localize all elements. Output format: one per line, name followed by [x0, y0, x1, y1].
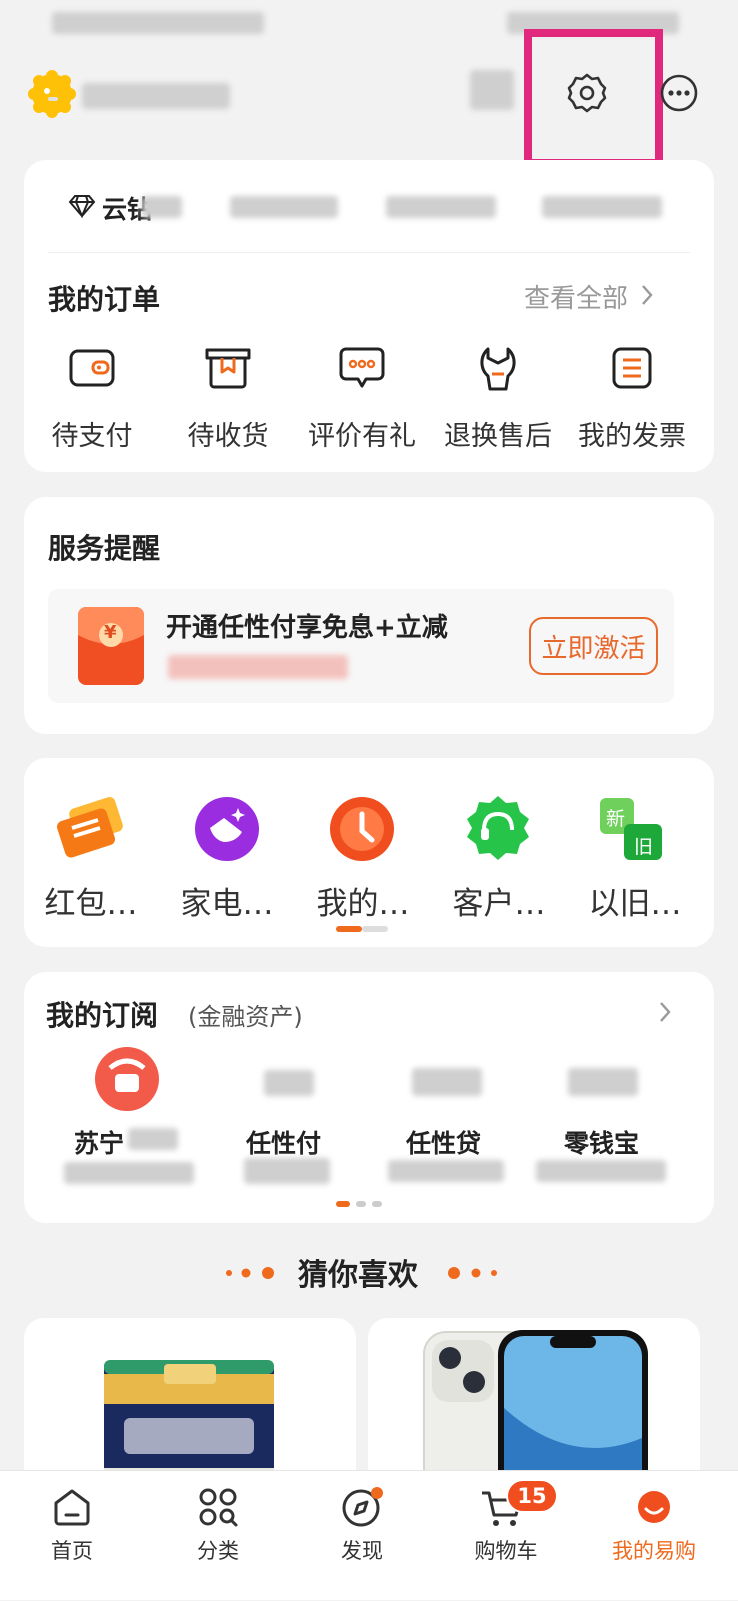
customer-service-icon[interactable]: [464, 794, 532, 866]
trade-in-icon[interactable]: 新 旧: [598, 794, 664, 864]
avatar[interactable]: [28, 70, 76, 118]
subscription-label-1-rest: [128, 1128, 178, 1150]
subscriptions-subtitle: (金融资产): [188, 1003, 303, 1031]
subscriptions-card: 我的订阅 (金融资产) 苏宁 任性付 任性贷 零钱宝: [24, 972, 714, 1223]
nav-discover-label: 发现: [341, 1539, 383, 1563]
gear-icon[interactable]: [565, 71, 609, 115]
package-icon[interactable]: [204, 346, 252, 394]
wallet-icon[interactable]: [68, 346, 116, 394]
subscription-desc-3: [388, 1160, 504, 1182]
orders-card: 云钻 我的订单 查看全部 待支付 待收货 评价有礼 退换售后 我的发票: [24, 160, 714, 472]
subscription-label-4[interactable]: 零钱宝: [564, 1124, 639, 1160]
bottom-nav: 首页 分类 发现 15 购物车 我的易购: [0, 1470, 738, 1600]
category-icon: [199, 1488, 238, 1527]
sub-indicator-3: [372, 1201, 382, 1207]
sub-indicator-active: [336, 1201, 350, 1207]
subscriptions-title: 我的订阅: [46, 999, 159, 1032]
subscription-icon-4: [568, 1068, 638, 1096]
tools-card: 新 旧 红包… 家电… 我的… 客户… 以旧…: [24, 758, 714, 947]
member-info-3: [386, 196, 496, 218]
tool-label-mine[interactable]: 我的…: [296, 878, 430, 923]
clock-icon[interactable]: [329, 796, 395, 866]
service-card: 服务提醒 ¥ 开通任性付享免息+立减 立即激活: [24, 497, 714, 734]
dots-right-decoration: [448, 1267, 497, 1279]
subscription-label-2[interactable]: 任性付: [246, 1124, 321, 1160]
recommend-title: 猜你喜欢: [298, 1258, 418, 1293]
nav-profile-label: 我的易购: [612, 1539, 696, 1563]
tool-label-customer[interactable]: 客户…: [432, 878, 566, 923]
member-info-2: [230, 196, 338, 218]
subscription-desc-2: [244, 1158, 330, 1184]
divider: [48, 252, 690, 253]
after-sales-icon[interactable]: [474, 346, 522, 396]
nav-category[interactable]: 分类: [168, 1471, 268, 1601]
order-pending-payment[interactable]: 待支付: [22, 414, 162, 453]
chevron-right-icon: [640, 283, 654, 311]
username: [82, 83, 230, 109]
view-all-orders-link[interactable]: 查看全部: [524, 278, 654, 315]
suning-finance-icon[interactable]: [94, 1046, 160, 1112]
view-all-label: 查看全部: [524, 284, 629, 314]
more-icon[interactable]: [660, 74, 698, 112]
discover-icon: [342, 1487, 383, 1527]
cart-badge: 15: [506, 1479, 558, 1513]
nav-home-label: 首页: [51, 1539, 93, 1563]
member-info-1: [142, 196, 182, 218]
red-envelope-icon: ¥: [76, 605, 146, 687]
service-title: 服务提醒: [48, 532, 161, 565]
nav-discover[interactable]: 发现: [312, 1471, 412, 1601]
sub-indicator-2: [356, 1201, 366, 1207]
recommend-header: 猜你喜欢: [0, 1248, 738, 1298]
tool-label-trade-in[interactable]: 以旧…: [568, 878, 702, 923]
appliance-service-icon[interactable]: [194, 796, 260, 866]
diamond-icon: [68, 194, 96, 219]
subscription-icon-2: [264, 1070, 314, 1096]
review-icon[interactable]: [338, 346, 386, 394]
order-invoice[interactable]: 我的发票: [562, 414, 702, 453]
nav-home[interactable]: 首页: [22, 1471, 122, 1601]
tool-label-appliance[interactable]: 家电…: [160, 878, 294, 923]
nav-category-label: 分类: [197, 1539, 239, 1563]
home-icon: [54, 1489, 90, 1526]
nav-profile[interactable]: 我的易购: [600, 1471, 710, 1601]
page-indicator-track: [362, 926, 388, 932]
subscription-label-1[interactable]: 苏宁: [74, 1124, 124, 1160]
coupon-icon[interactable]: [54, 796, 128, 866]
status-bar-left: [52, 12, 264, 34]
order-pending-delivery[interactable]: 待收货: [158, 414, 298, 453]
subscription-desc-1: [64, 1162, 194, 1184]
activate-button[interactable]: 立即激活: [529, 617, 658, 675]
dots-left-decoration: [226, 1267, 274, 1279]
profile-icon: [638, 1491, 670, 1523]
order-after-sales[interactable]: 退换售后: [428, 414, 568, 453]
invoice-icon[interactable]: [610, 346, 654, 394]
order-review[interactable]: 评价有礼: [292, 414, 432, 453]
trade-in-new-text: 新: [606, 808, 626, 830]
chevron-right-icon[interactable]: [658, 1000, 672, 1028]
service-promo-title: 开通任性付享免息+立减: [166, 613, 448, 643]
envelope-symbol: ¥: [104, 622, 117, 643]
page-indicator-active: [336, 926, 362, 932]
subscription-icon-3: [412, 1068, 482, 1096]
scan-icon[interactable]: [470, 70, 514, 110]
subscription-desc-4: [536, 1160, 666, 1182]
service-promo-subtext: [168, 655, 348, 679]
nav-cart[interactable]: 15 购物车: [456, 1471, 558, 1601]
nav-cart-label: 购物车: [474, 1539, 538, 1563]
member-info-4: [542, 196, 662, 218]
trade-in-old-text: 旧: [634, 836, 654, 858]
orders-title: 我的订单: [48, 283, 161, 316]
subscription-label-3[interactable]: 任性贷: [406, 1124, 481, 1160]
tool-label-coupon[interactable]: 红包…: [24, 878, 158, 923]
